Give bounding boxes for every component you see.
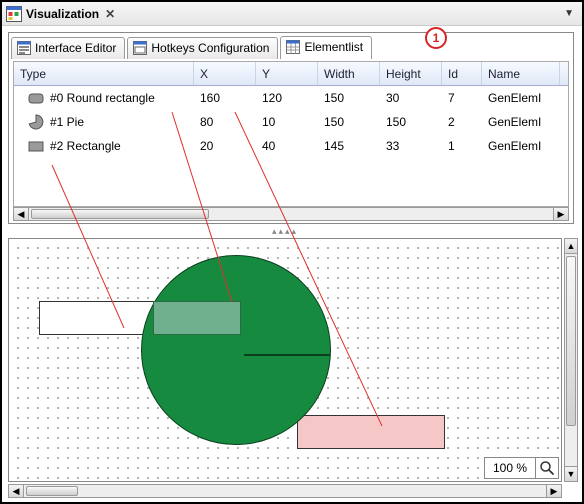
tab-label: Hotkeys Configuration xyxy=(151,41,269,55)
tab-interface-editor[interactable]: Interface Editor xyxy=(11,37,125,59)
tabbar: Interface Editor Hotkeys Configuration E… xyxy=(9,33,573,59)
scroll-track[interactable] xyxy=(564,254,578,466)
cell-w: 150 xyxy=(318,115,380,129)
element-rectangle-aux[interactable] xyxy=(297,415,445,449)
pie-icon xyxy=(28,114,44,130)
col-id[interactable]: Id xyxy=(442,62,482,85)
close-tab-button[interactable]: ✕ xyxy=(105,7,115,21)
titlebar-menu-button[interactable]: ▼ xyxy=(560,6,578,21)
titlebar: Visualization ✕ ▼ xyxy=(2,2,582,26)
col-height[interactable]: Height xyxy=(380,62,442,85)
design-canvas[interactable]: 100 % xyxy=(8,238,562,482)
window-title: Visualization xyxy=(26,7,99,21)
elementlist-icon xyxy=(286,40,300,54)
cell-w: 150 xyxy=(318,91,380,105)
element-round-rectangle-0[interactable] xyxy=(153,301,241,335)
col-y[interactable]: Y xyxy=(256,62,318,85)
cell-y: 10 xyxy=(256,115,318,129)
table-row[interactable]: #1 Pie 80 10 150 150 2 GenElemI xyxy=(14,110,568,134)
visualization-app-icon xyxy=(6,6,22,22)
tab-label: Elementlist xyxy=(304,40,363,54)
cell-name: GenElemI xyxy=(482,139,560,153)
zoom-control: 100 % xyxy=(484,457,559,479)
type-label: #1 Pie xyxy=(50,115,84,129)
zoom-percent: 100 % xyxy=(485,458,536,478)
element-rectangle-2[interactable] xyxy=(39,301,157,335)
cell-w: 145 xyxy=(318,139,380,153)
col-width[interactable]: Width xyxy=(318,62,380,85)
scroll-left-button[interactable]: ◀ xyxy=(8,484,24,498)
hotkeys-icon xyxy=(133,41,147,55)
elementlist-pane: Interface Editor Hotkeys Configuration E… xyxy=(8,32,574,224)
cell-y: 120 xyxy=(256,91,318,105)
cell-name: GenElemI xyxy=(482,91,560,105)
canvas-horizontal-scrollbar[interactable]: ◀ ▶ xyxy=(8,484,562,498)
scroll-thumb[interactable] xyxy=(26,486,78,496)
cell-x: 80 xyxy=(194,115,256,129)
elements-table: Type X Y Width Height Id Name #0 Round r… xyxy=(13,61,569,207)
cell-x: 160 xyxy=(194,91,256,105)
annotation-callout-1: 1 xyxy=(425,27,447,49)
scroll-left-button[interactable]: ◀ xyxy=(13,207,29,221)
scroll-up-button[interactable]: ▲ xyxy=(564,238,578,254)
type-label: #2 Rectangle xyxy=(50,139,121,153)
col-type[interactable]: Type xyxy=(14,62,194,85)
cell-x: 20 xyxy=(194,139,256,153)
scroll-down-button[interactable]: ▼ xyxy=(564,466,578,482)
cell-h: 150 xyxy=(380,115,442,129)
type-label: #0 Round rectangle xyxy=(50,91,155,105)
cell-name: GenElemI xyxy=(482,115,560,129)
cell-id: 1 xyxy=(442,139,482,153)
zoom-magnifier-button[interactable] xyxy=(536,458,558,478)
scroll-thumb[interactable] xyxy=(566,256,576,426)
table-horizontal-scrollbar[interactable]: ◀ ▶ xyxy=(13,207,569,221)
cell-y: 40 xyxy=(256,139,318,153)
scroll-right-button[interactable]: ▶ xyxy=(546,484,562,498)
table-header-row: Type X Y Width Height Id Name xyxy=(14,62,568,86)
cell-id: 7 xyxy=(442,91,482,105)
col-name[interactable]: Name xyxy=(482,62,560,85)
cell-h: 30 xyxy=(380,91,442,105)
element-pie-1[interactable] xyxy=(141,255,331,445)
table-row[interactable]: #2 Rectangle 20 40 145 33 1 GenElemI xyxy=(14,134,568,158)
magnifier-icon xyxy=(539,460,555,476)
pie-divider xyxy=(244,354,330,356)
table-row[interactable]: #0 Round rectangle 160 120 150 30 7 GenE… xyxy=(14,86,568,110)
interface-editor-icon xyxy=(17,41,31,55)
round-rect-icon xyxy=(28,90,44,106)
cell-id: 2 xyxy=(442,115,482,129)
cell-h: 33 xyxy=(380,139,442,153)
scroll-thumb[interactable] xyxy=(31,209,209,219)
rect-icon xyxy=(28,138,44,154)
tab-label: Interface Editor xyxy=(35,41,116,55)
scroll-track[interactable] xyxy=(24,484,546,498)
col-x[interactable]: X xyxy=(194,62,256,85)
tab-hotkeys-configuration[interactable]: Hotkeys Configuration xyxy=(127,37,278,59)
pane-splitter[interactable]: ▴▴▴▴ xyxy=(8,226,562,236)
scroll-track[interactable] xyxy=(29,207,553,221)
canvas-vertical-scrollbar[interactable]: ▲ ▼ xyxy=(564,238,578,482)
tab-elementlist[interactable]: Elementlist xyxy=(280,36,372,59)
scroll-right-button[interactable]: ▶ xyxy=(553,207,569,221)
